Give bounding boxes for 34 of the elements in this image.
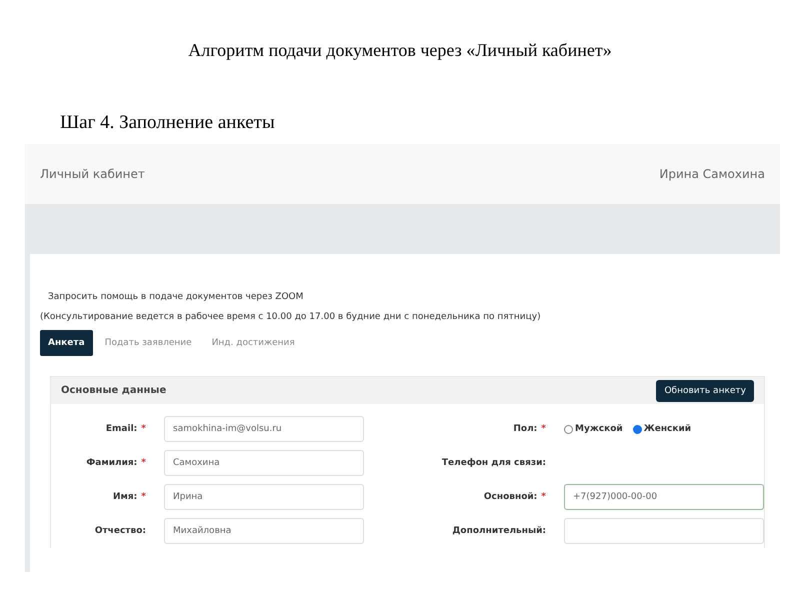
update-button[interactable]: Обновить анкету: [656, 380, 754, 402]
field-label: Дополнительный:: [452, 526, 546, 536]
input-field[interactable]: samokhina-im@volsu.ru: [164, 416, 364, 442]
slide-title: Алгоритм подачи документов через «Личный кабинет»: [187, 39, 613, 62]
required-mark: *: [141, 424, 146, 434]
radio-button[interactable]: [632, 424, 642, 434]
radio-label[interactable]: Мужской: [575, 424, 623, 434]
tab[interactable]: Анкета: [40, 330, 93, 356]
field-label: Основной:: [484, 492, 538, 502]
required-mark: *: [141, 458, 146, 468]
input-field[interactable]: Самохина: [164, 450, 364, 476]
radio-label[interactable]: Женский: [644, 424, 692, 434]
section-title: Основные данные: [61, 385, 166, 396]
field-label: Отчество:: [94, 526, 146, 536]
brand-link[interactable]: Личный кабинет: [40, 167, 145, 181]
tab[interactable]: Инд. достижения: [204, 330, 303, 356]
field-label: Email:: [106, 424, 138, 434]
required-mark: *: [141, 492, 146, 502]
field-label: Пол:: [513, 424, 538, 434]
field-label: Имя:: [113, 492, 138, 502]
field-label: Фамилия:: [86, 458, 138, 468]
tab[interactable]: Подать заявление: [96, 330, 200, 356]
help-link[interactable]: Запросить помощь в подаче документов через ZOOM: [40, 292, 770, 302]
input-field[interactable]: +7(927)000-00-00: [564, 484, 764, 510]
input-field[interactable]: [564, 518, 764, 544]
required-mark: *: [541, 424, 546, 434]
input-field[interactable]: Ирина: [164, 484, 364, 510]
radio-button[interactable]: [564, 424, 573, 434]
slide-subtitle: Шаг 4. Заполнение анкеты: [59, 111, 276, 135]
user-name[interactable]: Ирина Самохина: [659, 167, 765, 181]
note-text: (Консультирование ведется в рабочее время с 10.00 до 17.00 в будние дни с понедельника по пятницу): [40, 312, 542, 322]
required-mark: *: [541, 492, 546, 502]
input-field[interactable]: Михайловна: [164, 518, 364, 544]
phone-heading: Телефон для связи:: [442, 458, 546, 468]
